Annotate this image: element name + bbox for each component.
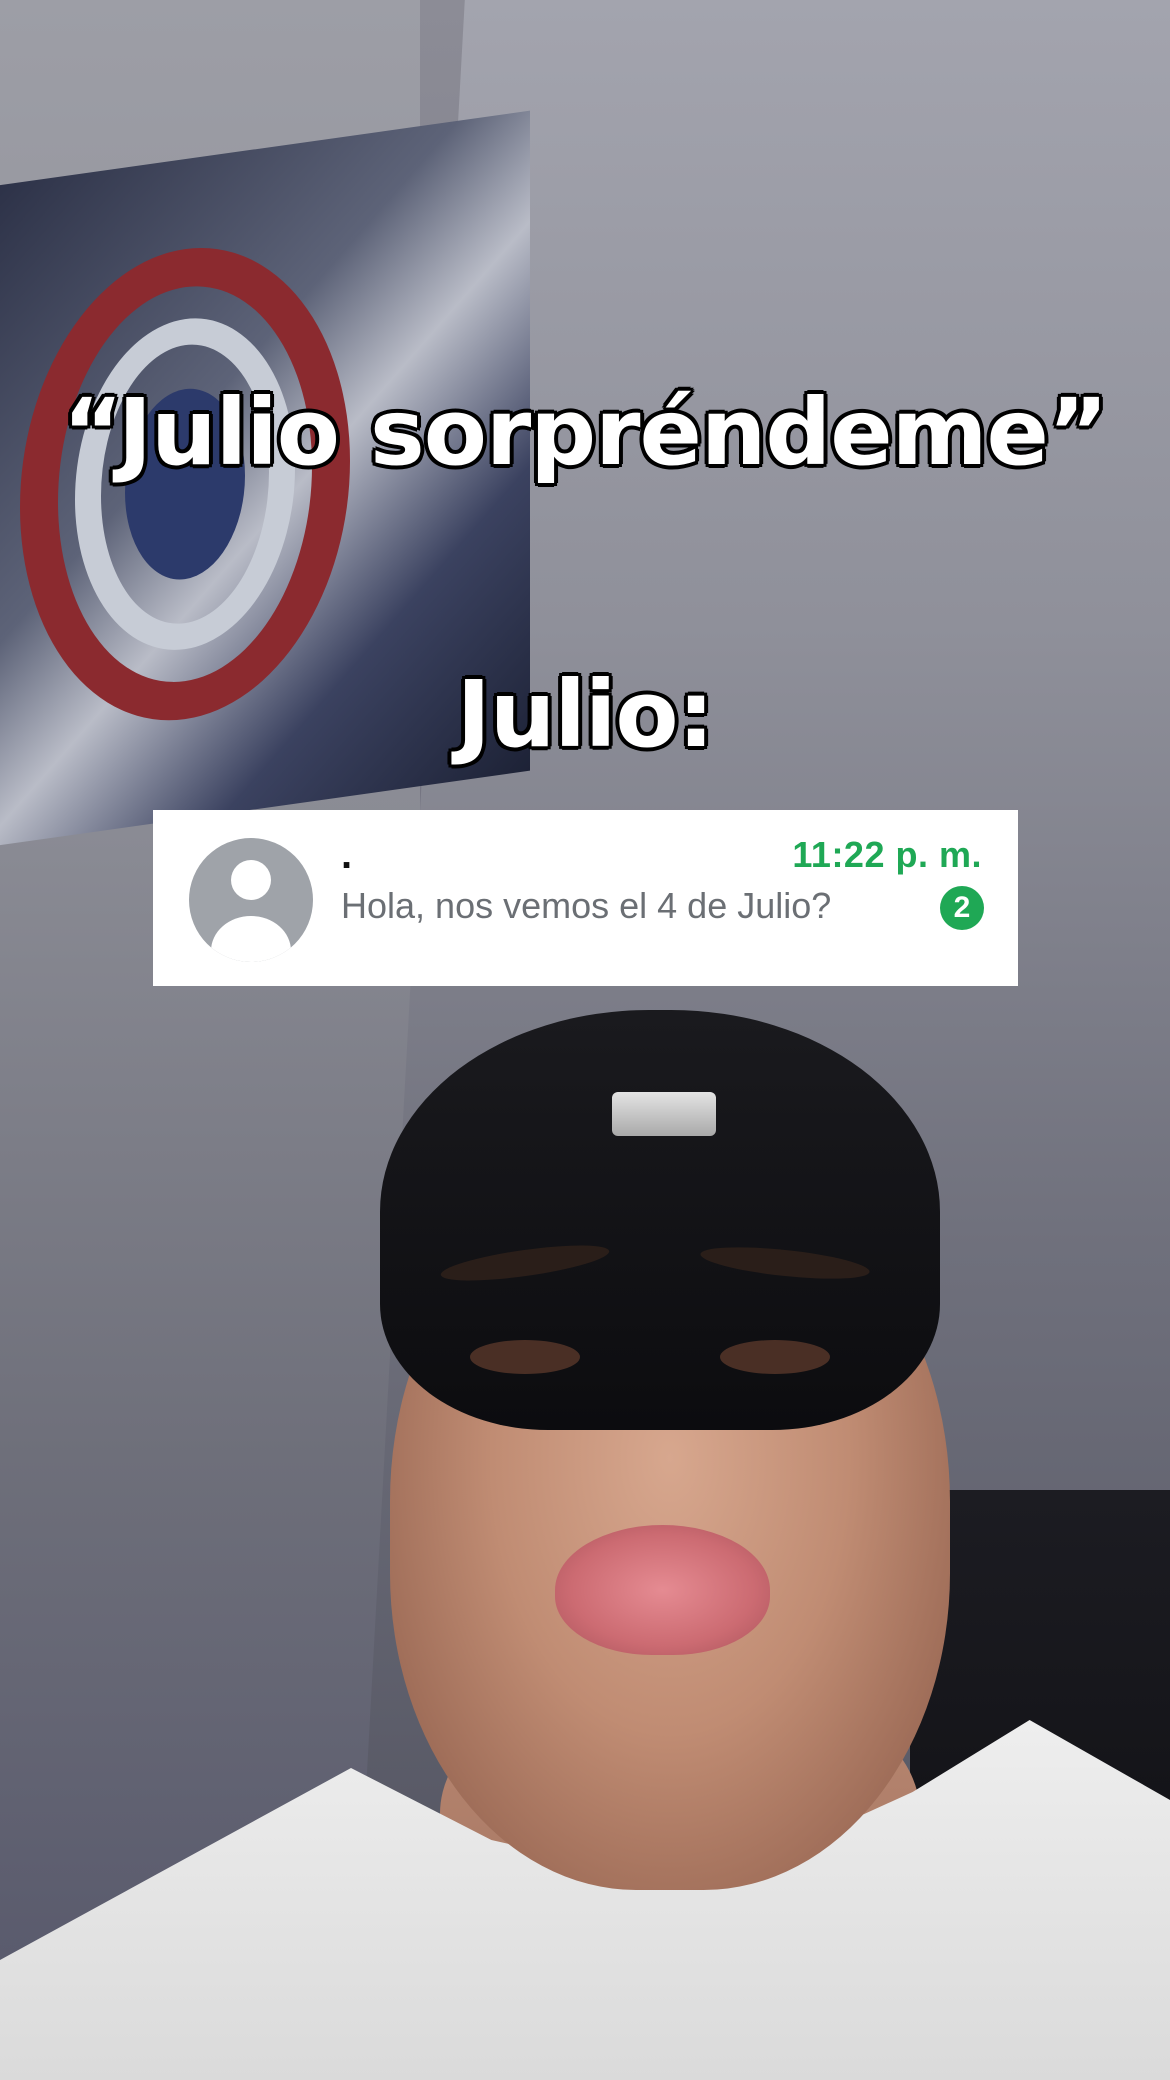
person-lips: [555, 1525, 770, 1655]
default-profile-icon: [189, 838, 313, 962]
message-preview: Hola, nos vemos el 4 de Julio?: [341, 885, 832, 926]
person-eye-right: [720, 1340, 830, 1374]
chat-notification-card: . 11:22 p. m. Hola, nos vemos el 4 de Ju…: [153, 810, 1018, 986]
avatar-body-shape: [211, 916, 291, 962]
contact-name: .: [341, 833, 353, 877]
caption-top: “Julio sorpréndeme”: [61, 378, 1110, 488]
message-time: 11:22 p. m.: [792, 834, 982, 875]
unread-count-badge: 2: [940, 886, 984, 930]
cap-logo-patch: [612, 1092, 716, 1136]
video-frame: “Julio sorpréndeme” Julio: . 11:22 p. m.…: [0, 0, 1170, 2080]
person-cap: [380, 1010, 940, 1430]
person-eye-left: [470, 1340, 580, 1374]
avatar-head-shape: [231, 860, 271, 900]
caption-speaker: Julio:: [455, 660, 716, 770]
